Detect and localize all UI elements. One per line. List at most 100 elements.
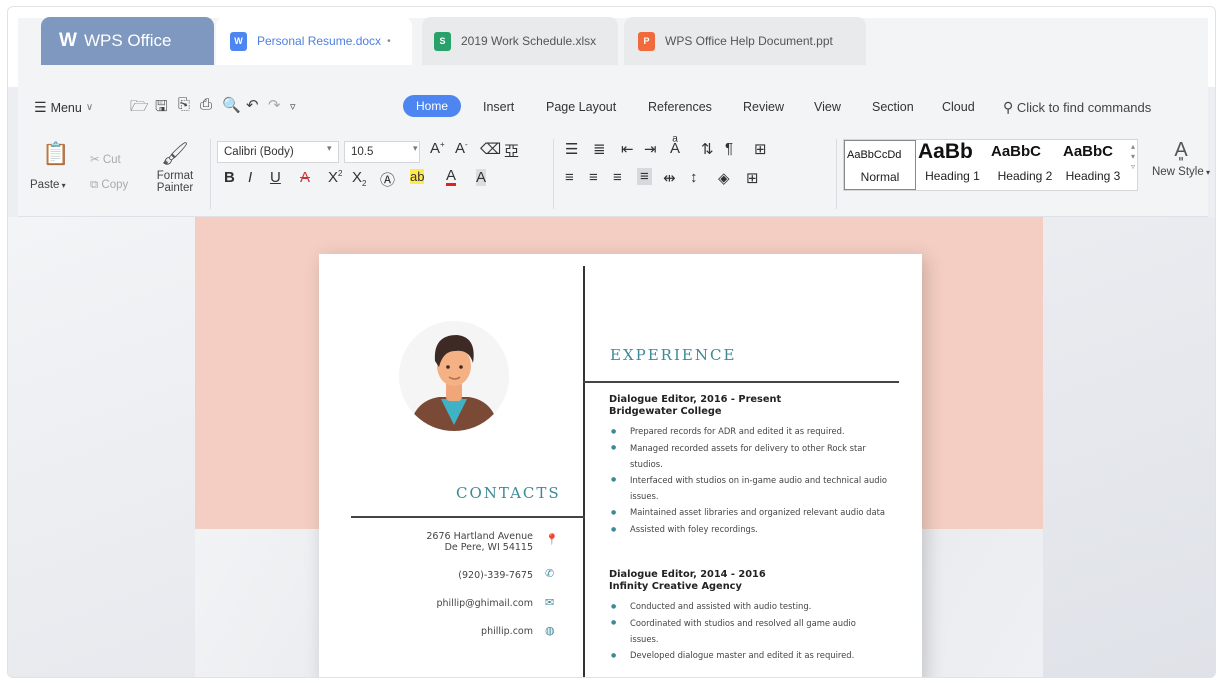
distributed-icon[interactable]: ⇹	[663, 169, 676, 187]
save-icon[interactable]: 🖫	[155, 96, 168, 121]
chevron-down-icon[interactable]: ▾	[327, 143, 332, 154]
borders-icon[interactable]: ⊞	[746, 169, 759, 187]
sort-icon[interactable]: ⇅	[701, 140, 714, 158]
new-style-button[interactable]: A͈ New Style ▾	[1151, 139, 1211, 178]
show-marks-icon[interactable]: ¶	[725, 140, 733, 157]
tab-review[interactable]: Review	[743, 100, 784, 114]
text-effects-icon[interactable]: Ⓐ	[380, 169, 395, 190]
style-heading-3[interactable]: AaBbC Heading 3	[1061, 140, 1125, 190]
chevron-down-icon: ∨	[85, 102, 94, 113]
list-item: Developed dialogue master and edited it …	[609, 647, 899, 664]
resume-page[interactable]: EXPERIENCE CONTACTS 2676 Hartland Avenue…	[319, 254, 922, 677]
increase-indent-icon[interactable]: ⇥	[644, 140, 657, 158]
job-entry: Dialogue Editor, 2016 - Present Bridgewa…	[609, 394, 899, 538]
numbered-list-icon[interactable]: ≣	[593, 140, 606, 158]
print-icon[interactable]: ⎙	[200, 96, 212, 113]
bold-icon[interactable]: B	[224, 169, 235, 186]
separator	[553, 139, 554, 209]
align-left-icon[interactable]: ≡	[565, 169, 574, 186]
clear-format-icon[interactable]: ⌫	[480, 140, 501, 158]
style-heading-1[interactable]: AaBb Heading 1	[916, 140, 989, 190]
customize-dropdown-icon[interactable]: ▿	[290, 100, 296, 113]
tab-insert[interactable]: Insert	[483, 100, 514, 114]
menu-label: Menu	[50, 100, 82, 115]
styles-gallery: AaBbCcDd Normal AaBb Heading 1 AaBbC Hea…	[843, 139, 1138, 191]
undo-icon[interactable]: ↶	[246, 96, 259, 114]
shading-icon[interactable]: ◈	[718, 169, 730, 187]
tab-label: WPS Office Help Document.ppt	[665, 34, 833, 48]
find-commands-search[interactable]: ⚲ Click to find commands	[1003, 99, 1151, 116]
text-box-icon[interactable]: ⊞	[754, 140, 767, 158]
phonetic-guide-icon[interactable]: 亞	[504, 140, 519, 161]
format-painter-button[interactable]: 🖌 Format Painter	[152, 141, 198, 194]
address-line-1: 2676 Hartland Avenue	[426, 531, 533, 542]
tab-wps-office[interactable]: W WPS Office	[41, 17, 214, 65]
align-center-icon[interactable]: ≡	[589, 169, 598, 186]
cut-button[interactable]: ✂ Cut	[90, 152, 121, 166]
format-painter-label-2: Painter	[156, 182, 194, 194]
job-organization: Bridgewater College	[609, 406, 722, 417]
bullet-list-icon[interactable]: ☰	[565, 140, 578, 158]
highlight-icon[interactable]: ab	[410, 169, 425, 184]
person-illustration-icon	[399, 321, 509, 431]
export-pdf-icon[interactable]: ⎘	[178, 96, 190, 113]
menu-row: ☰ Menu ∨ 🗁 🖫 ⎘ ⎙ 🔍 ↶ ↷ ▿ Home Insert Pag…	[18, 87, 1208, 127]
italic-icon[interactable]: I	[248, 169, 252, 186]
font-name-select[interactable]: Calibri (Body)	[217, 141, 339, 163]
strikethrough-icon[interactable]: A	[300, 169, 310, 186]
separator	[210, 139, 211, 209]
list-item: Prepared records for ADR and edited it a…	[609, 423, 899, 440]
underline-icon[interactable]: U	[270, 169, 281, 186]
style-name: Heading 2	[997, 169, 1053, 183]
contact-address: 2676 Hartland Avenue De Pere, WI 54115	[363, 531, 533, 553]
menu-button[interactable]: ☰ Menu ∨	[34, 99, 93, 116]
superscript-icon[interactable]: X2	[328, 169, 342, 186]
style-heading-2[interactable]: AaBbC Heading 2	[989, 140, 1061, 190]
chevron-down-icon[interactable]: ▾	[413, 143, 418, 154]
tab-personal-resume[interactable]: W Personal Resume.docx •	[216, 17, 412, 65]
scissors-icon: ✂	[90, 154, 100, 166]
tab-strip: W WPS Office W Personal Resume.docx • S …	[18, 17, 1208, 88]
redo-icon[interactable]: ↷	[268, 96, 281, 114]
tab-references[interactable]: References	[648, 100, 712, 114]
tab-home[interactable]: Home	[403, 95, 462, 117]
tab-label: 2019 Work Schedule.xlsx	[461, 34, 597, 48]
change-case-icon[interactable]: Aͣ	[670, 140, 680, 157]
font-color-icon[interactable]: A	[446, 168, 457, 186]
tab-view[interactable]: View	[814, 100, 841, 114]
ribbon: ☰ Menu ∨ 🗁 🖫 ⎘ ⎙ 🔍 ↶ ↷ ▿ Home Insert Pag…	[18, 87, 1211, 217]
copy-button[interactable]: ⧉ Copy	[90, 179, 128, 192]
tab-help-document[interactable]: P WPS Office Help Document.ppt	[624, 17, 866, 65]
paste-label-button[interactable]: Paste ▾	[30, 179, 66, 191]
align-right-icon[interactable]: ≡	[613, 169, 622, 186]
style-normal[interactable]: AaBbCcDd Normal	[844, 140, 916, 190]
gallery-scroll-icon[interactable]: ▴ ▾ ▿	[1131, 142, 1135, 172]
job-title: Dialogue Editor, 2016 - Present	[609, 394, 782, 405]
tab-cloud[interactable]: Cloud	[942, 100, 975, 114]
job-organization: Infinity Creative Agency	[609, 581, 742, 592]
open-folder-icon[interactable]: 🗁	[130, 96, 149, 121]
subscript-icon[interactable]: X2	[352, 169, 366, 188]
style-name: Heading 3	[1065, 169, 1121, 183]
grow-font-icon[interactable]: A+	[430, 140, 445, 157]
font-size-select[interactable]: 10.5	[344, 141, 420, 163]
clipboard-icon: 📋	[42, 141, 70, 166]
list-item: Assisted with foley recordings.	[609, 521, 899, 538]
document-canvas[interactable]: EXPERIENCE CONTACTS 2676 Hartland Avenue…	[8, 217, 1215, 677]
justify-icon[interactable]: ≡	[637, 168, 652, 185]
character-shading-icon[interactable]: A	[476, 169, 487, 186]
print-preview-icon[interactable]: 🔍	[222, 96, 241, 114]
tab-section[interactable]: Section	[872, 100, 914, 114]
contact-website: phillip.com	[481, 626, 533, 637]
tab-modified-dot-icon: •	[387, 35, 391, 47]
shrink-font-icon[interactable]: A-	[455, 140, 468, 157]
job-entry: Dialogue Editor, 2014 - 2016 Infinity Cr…	[609, 569, 899, 664]
tab-work-schedule[interactable]: S 2019 Work Schedule.xlsx	[422, 17, 618, 65]
line-spacing-icon[interactable]: ↕	[690, 169, 698, 186]
paste-button[interactable]: 📋	[36, 141, 76, 167]
copy-label: Copy	[101, 179, 129, 191]
search-icon: ⚲	[1003, 99, 1014, 115]
decrease-indent-icon[interactable]: ⇤	[621, 140, 634, 158]
tab-page-layout[interactable]: Page Layout	[546, 100, 616, 114]
find-commands-label: Click to find commands	[1016, 100, 1152, 115]
